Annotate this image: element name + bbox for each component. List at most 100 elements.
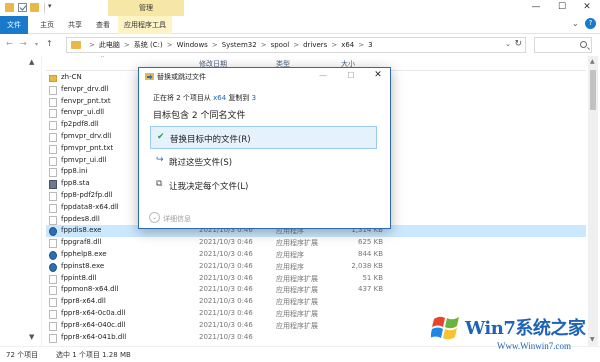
dialog-close-button[interactable]: ✕ (368, 68, 388, 84)
close-window-button[interactable]: ✕ (574, 0, 600, 16)
file-date: 2021/10/3 0:46 (199, 238, 253, 247)
progress-middle: 复制到 (228, 94, 250, 102)
file-name: fenvpr_drv.dll (61, 84, 109, 93)
file-date: 2021/10/3 0:46 (199, 309, 253, 317)
file-name: zh-CN (61, 73, 82, 81)
vertical-scrollbar[interactable]: ▲ ▼ (588, 56, 598, 346)
file-size: 437 KB (358, 285, 383, 294)
decide-each-file-option[interactable]: ⧉ 让我决定每个文件(L) (150, 174, 377, 197)
destination-folder-link[interactable]: 3 (252, 94, 256, 102)
forward-arrow-icon[interactable]: → (20, 39, 27, 48)
file-type: 应用程序扩展 (276, 310, 318, 318)
file-name: fppinst8.exe (61, 261, 105, 270)
breadcrumb-system32[interactable]: System32 (222, 41, 257, 49)
scroll-down-icon[interactable]: ▼ (590, 336, 595, 343)
file-type: 应用程序扩展 (276, 321, 318, 330)
file-icon (49, 203, 57, 213)
folder-icon (49, 75, 57, 82)
file-row[interactable]: fppint8.dll 2021/10/3 0:46 应用程序扩展 51 KB (46, 273, 586, 285)
file-name: fpp8-pdf2fp.dll (61, 191, 113, 199)
file-row[interactable]: fppr8-x64.dll 2021/10/3 0:46 应用程序扩展 (46, 296, 586, 308)
file-row[interactable]: fpphelp8.exe 2021/10/3 0:46 应用程序 844 KB (46, 249, 586, 261)
file-icon (49, 274, 57, 284)
file-icon (49, 310, 57, 319)
skip-files-option[interactable]: ↪ 跳过这些文件(S) (150, 150, 377, 173)
file-name: fppr8-x64-041b.dll (61, 332, 127, 341)
scroll-down-icon[interactable]: ▼ (29, 333, 34, 341)
search-input[interactable] (534, 37, 592, 53)
help-icon[interactable]: ? (585, 18, 596, 29)
up-arrow-icon[interactable]: ↑ (46, 39, 53, 48)
ribbon-tabs: 文件 主页 共享 查看 应用程序工具 ⌄ ? (0, 16, 600, 34)
new-folder-icon[interactable] (30, 3, 39, 12)
scroll-up-icon[interactable]: ▲ (590, 58, 595, 65)
dialog-title: 替换或跳过文件 (157, 73, 206, 81)
address-bar[interactable]: > 此电脑 > 系统 (C:) > Windows > System32 > spool > driv… (66, 37, 526, 53)
expand-ribbon-icon[interactable]: ⌄ (572, 19, 579, 28)
file-icon (49, 97, 57, 107)
tab-share[interactable]: 共享 (68, 16, 82, 34)
dialog-minimize-button[interactable]: — (313, 68, 333, 84)
application-icon (49, 262, 57, 272)
manage-context-label: 管理 (108, 0, 184, 16)
customize-quick-access-icon[interactable]: ▾ (48, 2, 52, 10)
file-size: 625 KB (358, 238, 383, 247)
folder-icon (71, 41, 81, 49)
scroll-up-icon[interactable]: ▲ (29, 58, 34, 66)
file-name: fppdes8.dll (61, 214, 100, 223)
title-bar: ▾ 管理 — ☐ ✕ (0, 0, 600, 16)
replace-files-label: 替换目标中的文件(R) (170, 135, 251, 145)
breadcrumb-spool[interactable]: spool (271, 41, 290, 49)
replace-files-option[interactable]: ✔ 替换目标中的文件(R) (150, 126, 377, 149)
breadcrumb-system-c[interactable]: 系统 (C:) (134, 41, 163, 49)
address-dropdown-icon[interactable]: ⌄ (505, 40, 511, 48)
tab-file[interactable]: 文件 (0, 16, 28, 34)
minimize-button[interactable]: — (523, 0, 549, 16)
tab-application-tools[interactable]: 应用程序工具 (118, 16, 172, 34)
breadcrumb-drivers[interactable]: drivers (303, 41, 327, 49)
breadcrumb-x64[interactable]: x64 (341, 41, 354, 49)
tab-view[interactable]: 查看 (96, 16, 110, 34)
file-name: fenvpr_ui.dll (61, 108, 105, 117)
recent-locations-icon[interactable]: ▾ (35, 41, 38, 48)
file-icon (49, 192, 57, 201)
file-name: fpmvpr_pnt.txt (61, 143, 114, 152)
breadcrumb-this-pc[interactable]: 此电脑 (99, 41, 120, 49)
file-name: fppmon8-x64.dll (61, 285, 119, 294)
item-count: 72 个项目 (6, 351, 39, 359)
file-name: fpp8.sta (61, 179, 90, 188)
scrollbar-thumb[interactable] (590, 70, 596, 110)
chevron-down-icon: ⌄ (149, 212, 160, 223)
back-arrow-icon[interactable]: ← (6, 39, 13, 48)
file-date: 2021/10/3 0:46 (199, 273, 253, 282)
file-size: 2,038 KB (351, 261, 383, 270)
file-date: 2021/10/3 0:46 (199, 332, 253, 341)
skip-files-label: 跳过这些文件(S) (169, 158, 233, 168)
decide-each-file-label: 让我决定每个文件(L) (169, 182, 249, 192)
file-icon (49, 239, 57, 249)
dialog-maximize-button[interactable]: ☐ (341, 68, 361, 84)
file-name: fenvpr_pnt.txt (61, 96, 111, 105)
file-size: 51 KB (362, 273, 383, 282)
breadcrumb-3[interactable]: 3 (368, 41, 372, 49)
maximize-button[interactable]: ☐ (549, 0, 575, 16)
file-name: fpphelp8.exe (61, 250, 107, 258)
file-row[interactable]: fppgraf8.dll 2021/10/3 0:46 应用程序扩展 625 KB (46, 237, 586, 249)
breadcrumb-separator: > (358, 41, 365, 49)
file-row[interactable]: fppinst8.exe 2021/10/3 0:46 应用程序 2,038 KB (46, 261, 586, 273)
file-date: 2021/10/3 0:46 (199, 320, 253, 329)
file-icon (49, 180, 57, 190)
file-row[interactable]: fppmon8-x64.dll 2021/10/3 0:46 应用程序扩展 437 K… (46, 284, 586, 296)
breadcrumb-windows[interactable]: Windows (177, 41, 208, 49)
navigation-pane[interactable]: ▲ ▼ (0, 56, 42, 346)
source-folder-link[interactable]: x64 (213, 94, 226, 102)
properties-icon[interactable] (18, 3, 27, 12)
tab-home[interactable]: 主页 (40, 16, 54, 34)
file-icon (49, 144, 57, 154)
compare-icon: ⧉ (156, 179, 163, 189)
file-name: fppint8.dll (61, 273, 97, 282)
file-icon (49, 321, 57, 331)
folder-icon[interactable] (5, 3, 14, 12)
refresh-icon[interactable]: ↻ (514, 39, 522, 49)
watermark-url: Www.Winwin7.com (497, 341, 572, 351)
